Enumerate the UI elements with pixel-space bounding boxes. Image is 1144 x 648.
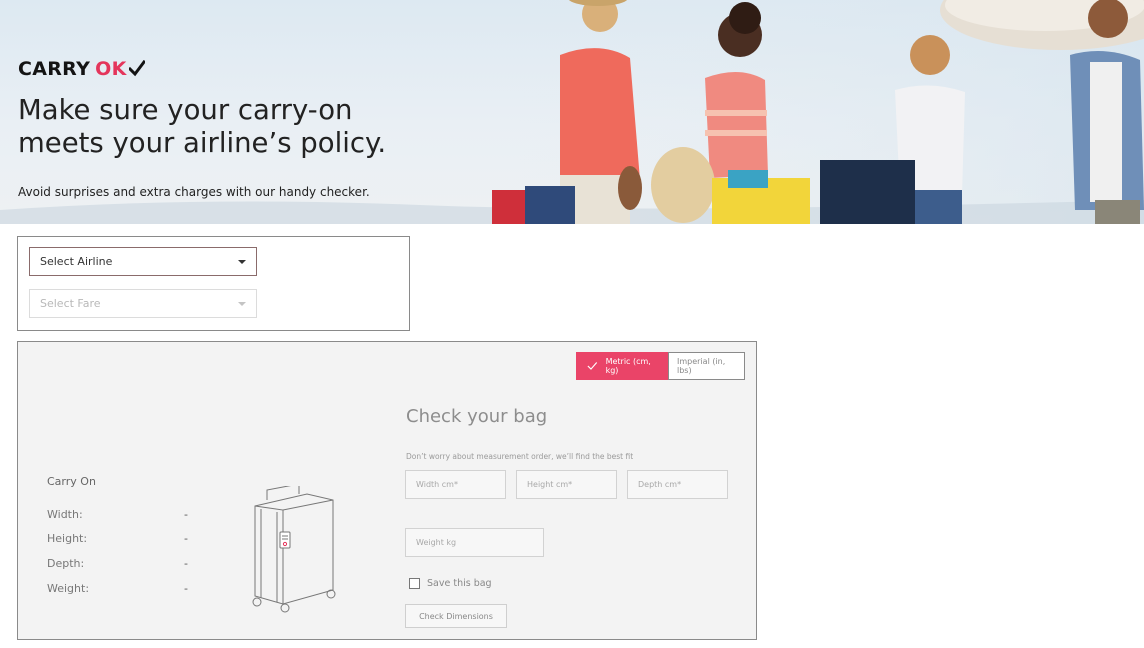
dim-value: - — [184, 582, 188, 595]
weight-input[interactable] — [405, 528, 544, 557]
width-input[interactable] — [405, 470, 506, 499]
select-fare-label: Select Fare — [40, 297, 101, 310]
dim-value: - — [184, 508, 188, 521]
check-icon — [587, 362, 598, 370]
measurement-hint: Don’t worry about measurement order, we’… — [406, 452, 634, 461]
carry-on-depth-row: Depth: - — [47, 557, 197, 571]
imperial-unit-label: Imperial (in, lbs) — [677, 357, 726, 375]
imperial-unit-button[interactable]: Imperial (in, lbs) — [668, 352, 745, 380]
metric-unit-button[interactable]: Metric (cm, kg) — [576, 352, 668, 380]
logo-ok-text: OK — [95, 58, 127, 80]
select-fare-dropdown[interactable]: Select Fare — [29, 289, 257, 318]
carry-on-weight-row: Weight: - — [47, 582, 197, 596]
metric-unit-label: Metric (cm, kg) — [605, 357, 651, 375]
dim-label: Weight: — [47, 582, 90, 595]
carryok-logo[interactable]: CARRY OK — [18, 58, 488, 80]
carry-on-title: Carry On — [47, 475, 96, 488]
hero-headline: Make sure your carry-on meets your airli… — [18, 94, 488, 160]
headline-line-2: meets your airline’s policy. — [18, 127, 387, 159]
logo-check-icon — [128, 60, 145, 77]
select-airline-label: Select Airline — [40, 255, 113, 268]
check-dimensions-label: Check Dimensions — [419, 611, 493, 621]
headline-line-1: Make sure your carry-on — [18, 94, 353, 126]
hero-subline: Avoid surprises and extra charges with o… — [18, 185, 370, 199]
caret-down-icon — [238, 260, 246, 264]
check-dimensions-button[interactable]: Check Dimensions — [405, 604, 507, 628]
airline-fare-panel: Select Airline Select Fare — [17, 236, 410, 331]
dim-label: Height: — [47, 532, 88, 545]
check-bag-title: Check your bag — [406, 406, 548, 427]
save-bag-row: Save this bag — [409, 578, 492, 589]
save-bag-checkbox[interactable] — [409, 578, 420, 589]
hero-text: CARRY OK Make sure your carry-on meets y… — [18, 58, 488, 199]
suitcase-icon — [252, 486, 336, 613]
caret-down-icon — [238, 302, 246, 306]
height-input[interactable] — [516, 470, 617, 499]
hero-banner: CARRY OK Make sure your carry-on meets y… — [0, 0, 1144, 224]
dim-label: Depth: — [47, 557, 85, 570]
bag-check-panel: Metric (cm, kg) Imperial (in, lbs) Carry… — [17, 341, 757, 640]
logo-carry-text: CARRY — [18, 58, 91, 80]
dim-value: - — [184, 532, 188, 545]
unit-toggle: Metric (cm, kg) Imperial (in, lbs) — [576, 352, 745, 380]
carry-on-height-row: Height: - — [47, 532, 197, 546]
depth-input[interactable] — [627, 470, 728, 499]
dim-label: Width: — [47, 508, 83, 521]
carry-on-width-row: Width: - — [47, 508, 197, 522]
save-bag-label: Save this bag — [427, 578, 492, 589]
select-airline-dropdown[interactable]: Select Airline — [29, 247, 257, 276]
dim-value: - — [184, 557, 188, 570]
